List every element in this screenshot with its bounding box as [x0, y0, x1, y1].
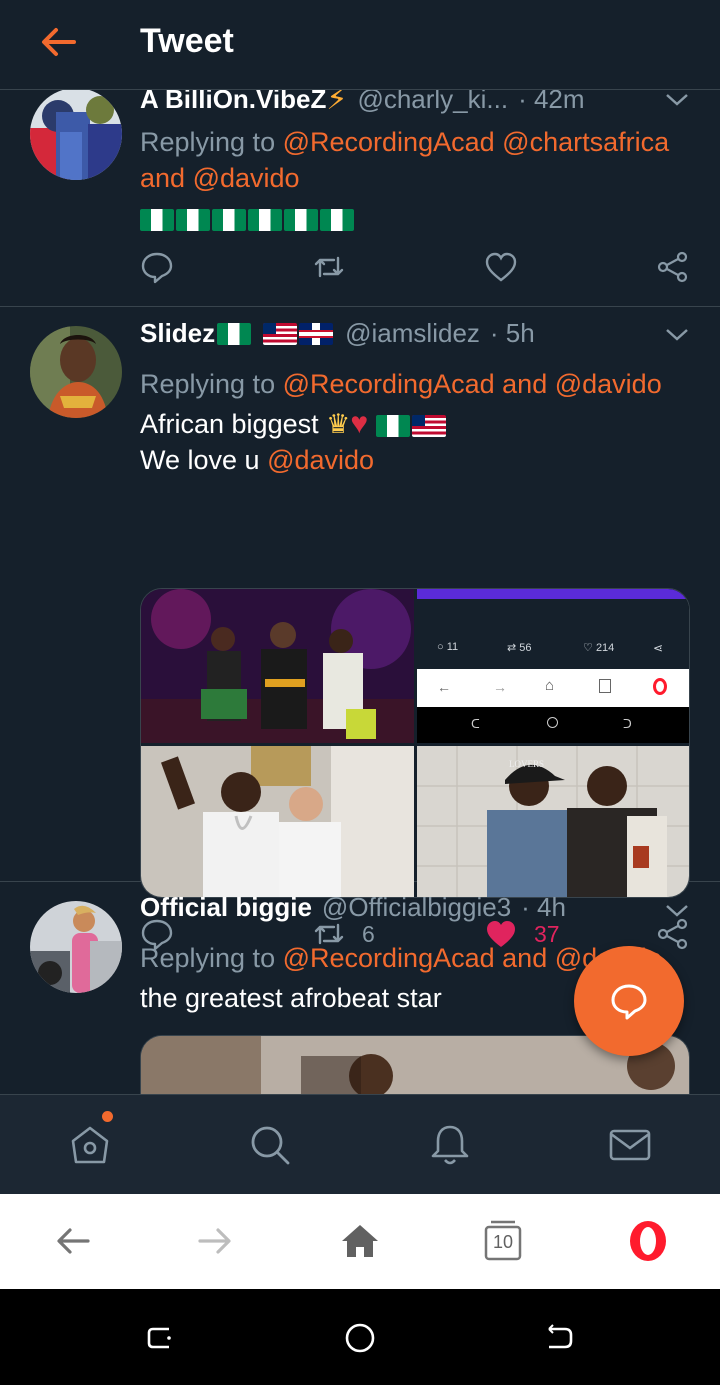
chevron-down-icon[interactable] [664, 92, 690, 108]
heart-emoji: ♥ [350, 407, 369, 440]
handle: @iamslidez [345, 318, 480, 348]
screenshot-share-icon: ⋖ [653, 641, 664, 655]
share-icon [657, 251, 688, 283]
nigeria-flag-emoji [176, 208, 210, 231]
screenshot-reply-icon: ○ [437, 641, 444, 653]
compose-reply-button[interactable] [574, 946, 684, 1056]
like-icon [485, 252, 517, 282]
reply-button[interactable] [140, 250, 174, 284]
tweet-1[interactable]: A BilliOn.VibeZ ⚡ @charly_ki... · 42m Re… [0, 90, 720, 307]
and-more-link[interactable]: and [140, 163, 185, 193]
page-title: Tweet [140, 22, 234, 60]
home-circle-icon[interactable] [345, 1323, 375, 1353]
replying-to: Replying to @RecordingAcad @chartsafrica… [140, 127, 670, 193]
photo-4[interactable]: LOVERS [417, 746, 689, 897]
browser-home-icon[interactable] [339, 1220, 381, 1262]
screenshot-retweet-icon: ⇄ [507, 642, 517, 654]
photo-1[interactable] [141, 589, 414, 743]
search-icon[interactable] [248, 1123, 292, 1167]
nigeria-flag-emoji [248, 208, 282, 231]
notification-dot [102, 1111, 113, 1122]
browser-back-icon[interactable] [52, 1220, 94, 1262]
display-name[interactable]: Official biggie [140, 892, 312, 923]
mention-link[interactable]: @davido [193, 163, 300, 193]
photo-2[interactable]: ○ 11 ⇄ 56 ♡ 214 ⋖ ← → ⌂ ᑕ ᑐ [417, 589, 689, 743]
bell-icon[interactable] [428, 1123, 472, 1167]
handle: @charly_ki... [357, 90, 509, 114]
and-more-link[interactable]: and [502, 943, 547, 973]
avatar[interactable] [30, 90, 122, 180]
timestamp: · 5h [489, 318, 535, 348]
tweet-header: Slidez @iamslidez · 5h [140, 318, 700, 349]
tweet-actions [140, 250, 690, 290]
display-name[interactable]: Slidez [140, 318, 215, 349]
display-name[interactable]: A BilliOn.VibeZ [140, 90, 326, 115]
timestamp: · 4h [521, 892, 566, 922]
bottom-tab-bar [0, 1094, 720, 1194]
replying-to: Replying to @RecordingAcad and @davido [140, 369, 662, 399]
nigeria-flag-emoji [140, 208, 174, 231]
tweet-2[interactable]: Slidez @iamslidez · 5h Replying to @Reco… [0, 307, 720, 951]
mention-link[interactable]: @RecordingAcad [283, 369, 495, 399]
mail-icon[interactable] [608, 1123, 652, 1167]
tweet-text-line: We love u [140, 445, 260, 475]
lightning-emoji: ⚡ [326, 90, 348, 116]
nigeria-flag-emoji [212, 208, 246, 231]
share-button[interactable] [656, 250, 690, 284]
mention-link[interactable]: @chartsafrica [502, 127, 669, 157]
tweet-header: Official biggie @Officialbiggie3 · 4h [140, 892, 700, 923]
photo-grid[interactable]: ○ 11 ⇄ 56 ♡ 214 ⋖ ← → ⌂ ᑕ ᑐ LOVERS [140, 588, 690, 898]
nigeria-flag-emoji [375, 414, 410, 437]
recent-apps-icon[interactable] [145, 1323, 175, 1353]
browser-forward-icon[interactable] [194, 1220, 236, 1262]
back-arrow-icon[interactable] [38, 24, 78, 60]
timestamp: · 42m [518, 90, 585, 114]
tweet-text: African biggest ♛♥ We love u @davido [140, 406, 690, 478]
nigeria-flag-emoji [217, 322, 252, 345]
tweet-text [140, 200, 690, 236]
screenshot-like-icon: ♡ [583, 642, 593, 654]
home-icon[interactable] [68, 1123, 112, 1167]
tabs-button[interactable]: 10 [483, 1218, 523, 1262]
chevron-down-icon[interactable] [664, 327, 690, 343]
tweet-text-line: African biggest [140, 409, 319, 439]
retweet-icon [314, 256, 344, 278]
handle: @Officialbiggie3 [321, 892, 512, 922]
back-nav-icon[interactable] [545, 1323, 575, 1353]
mention-link[interactable]: @RecordingAcad [283, 127, 495, 157]
top-bar: Tweet [0, 0, 720, 90]
liberia-flag-emoji [411, 414, 446, 437]
opera-icon[interactable] [627, 1220, 669, 1262]
crown-emoji: ♛ [326, 409, 351, 439]
mention-link[interactable]: @davido [555, 369, 662, 399]
tab-count: 10 [492, 1232, 514, 1252]
mention-link[interactable]: @RecordingAcad [283, 943, 495, 973]
mention-link[interactable]: @davido [267, 445, 374, 475]
browser-toolbar: 10 [0, 1194, 720, 1289]
tweet-feed[interactable]: A BilliOn.VibeZ ⚡ @charly_ki... · 42m Re… [0, 90, 720, 1094]
photo-3[interactable] [141, 746, 414, 897]
and-more-link[interactable]: and [502, 369, 547, 399]
like-button[interactable] [484, 250, 518, 284]
retweet-button[interactable] [312, 250, 346, 284]
avatar[interactable] [30, 901, 122, 993]
nigeria-flag-emoji [320, 208, 354, 231]
compose-icon [611, 984, 647, 1020]
avatar[interactable] [30, 326, 122, 418]
chevron-down-icon[interactable] [664, 903, 690, 919]
reply-icon [141, 252, 173, 284]
system-navigation-bar [0, 1289, 720, 1385]
tweet-header: A BilliOn.VibeZ ⚡ @charly_ki... · 42m [140, 90, 700, 117]
liberia-flag-emoji [263, 322, 298, 345]
nigeria-flag-emoji [284, 208, 318, 231]
uk-flag-emoji [299, 322, 334, 345]
cap-logo-text: LOVERS [509, 759, 545, 769]
